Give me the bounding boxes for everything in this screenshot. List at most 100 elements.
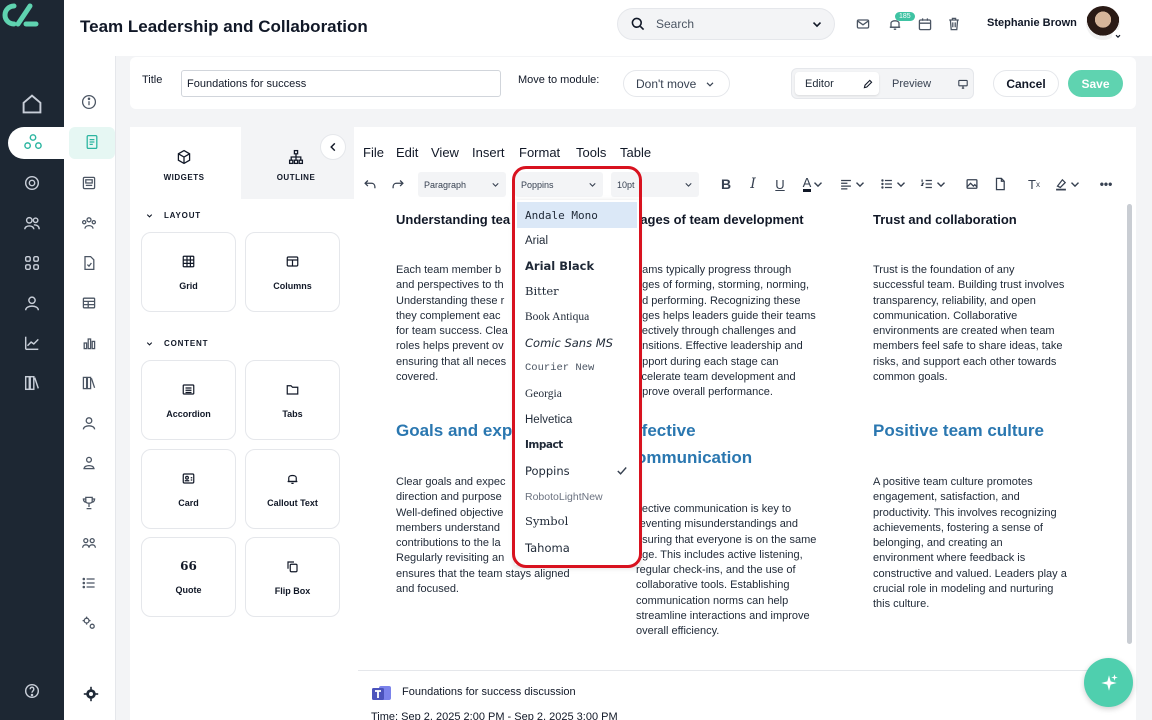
clear-formatting-icon[interactable]: Tx [1025,175,1043,193]
widget-callout-text[interactable]: Callout Text [245,449,340,529]
more-icon[interactable]: ••• [1097,175,1115,193]
widget-columns[interactable]: Columns [245,232,340,312]
page-title: Team Leadership and Collaboration [80,17,368,36]
preview-tab[interactable]: Preview [892,72,969,95]
menu-tools[interactable]: Tools [576,145,606,160]
widget-tabs[interactable]: Tabs [245,360,340,440]
content-section-toggle[interactable]: CONTENT [145,339,208,348]
page-editor-nav-active[interactable] [69,127,115,159]
group-icon[interactable] [81,215,97,234]
col1-subheading: Goals and exp [396,421,513,440]
highlight-annotation-ring [512,166,642,568]
tab-widgets[interactable]: WIDGETS [128,131,240,199]
menu-view[interactable]: View [431,145,459,160]
file-icon[interactable] [991,175,1009,193]
avatar-chevron-icon[interactable] [1112,30,1124,42]
table-icon[interactable] [81,295,97,314]
menu-format[interactable]: Format [519,145,560,160]
widget-columns-label: Columns [273,280,312,291]
widget-card[interactable]: Card [141,449,236,529]
books-icon[interactable] [81,375,97,394]
numbered-list-icon[interactable] [917,175,951,193]
align-icon[interactable] [838,175,868,193]
id-card-icon [181,471,196,486]
menu-file[interactable]: File [363,145,384,160]
col2-heading: tages of team development [636,212,804,227]
menu-edit[interactable]: Edit [396,145,418,160]
quote-icon: 66 [180,559,197,573]
newspaper-icon[interactable] [81,175,97,194]
editor-scrollbar[interactable] [1127,204,1132,644]
layout-section-toggle[interactable]: LAYOUT [145,211,201,220]
collapse-panel-button[interactable] [320,134,346,160]
editor-tab[interactable]: Editor [795,72,879,95]
user-icon[interactable] [23,294,41,315]
org-chart-icon[interactable] [81,455,97,474]
save-button[interactable]: Save [1068,70,1123,97]
chevron-down-icon [490,179,501,190]
search-icon [630,16,646,32]
target-icon[interactable] [23,174,41,195]
gears-icon[interactable] [81,615,97,634]
undo-icon[interactable] [361,175,379,193]
bold-icon[interactable]: B [717,175,735,193]
nav-courses-active[interactable] [8,127,68,159]
move-to-module-select[interactable]: Don't move [623,70,730,97]
col3-subheading: Positive team culture [873,421,1045,440]
underline-icon[interactable]: U [771,175,789,193]
widget-quote[interactable]: 66 Quote [141,537,236,617]
team-icon[interactable] [81,535,97,554]
cancel-button[interactable]: Cancel [993,70,1059,97]
chevron-down-icon[interactable] [810,17,824,31]
grid-apps-icon[interactable] [23,254,41,275]
chevron-down-icon [145,211,154,220]
highlight-icon[interactable] [1051,175,1085,193]
hierarchy-icon [24,133,42,154]
info-icon[interactable] [81,94,97,113]
widget-grid-label: Grid [179,280,198,291]
bullet-list-icon[interactable] [877,175,911,193]
widget-grid[interactable]: Grid [141,232,236,312]
col2-paragraph2: ffective communication is key to reventin… [636,503,817,638]
widget-accordion[interactable]: Accordion [141,360,236,440]
block-format-select[interactable]: Paragraph [418,172,506,197]
col2-subheading: ffective ommunication [636,421,753,467]
widget-quote-label: Quote [175,585,202,595]
list-icon[interactable] [81,575,97,594]
bell-icon [285,471,300,486]
person-icon[interactable] [81,415,97,434]
document-icon[interactable] [81,255,97,274]
image-icon[interactable] [963,175,981,193]
users-icon[interactable] [23,214,41,235]
user-name[interactable]: Stephanie Brown [987,17,1077,29]
editor-tab-label: Editor [805,77,834,90]
library-icon[interactable] [23,374,41,395]
redo-icon[interactable] [389,175,407,193]
calendar-icon[interactable] [915,14,935,34]
ai-assistant-button[interactable] [1084,658,1133,707]
block-format-value: Paragraph [424,179,467,190]
notification-badge: 185 [895,12,915,21]
discussion-time: Time: Sep 2, 2025 2:00 PM - Sep 2, 2025 … [371,711,618,720]
tab-widgets-label: WIDGETS [163,172,205,182]
chevron-left-icon [327,141,339,153]
widget-flip-box[interactable]: Flip Box [245,537,340,617]
title-input[interactable] [181,70,501,97]
help-icon[interactable] [23,682,41,703]
search-box[interactable]: Search [617,8,835,40]
menu-table[interactable]: Table [620,145,651,160]
trash-icon[interactable] [944,14,964,34]
italic-icon[interactable]: I [744,175,762,193]
text-color-icon[interactable]: A [797,175,831,193]
bar-chart-icon[interactable] [81,335,97,354]
mail-icon[interactable] [853,14,873,34]
content-heading: CONTENT [164,339,209,348]
chevron-down-icon [145,339,154,348]
chart-line-icon[interactable] [23,334,41,355]
widget-accordion-label: Accordion [166,408,211,419]
menu-insert[interactable]: Insert [472,145,505,160]
home-icon[interactable] [20,92,44,116]
trophy-icon[interactable] [81,495,97,514]
settings-gear-icon[interactable] [83,686,99,705]
page-icon [84,134,100,153]
